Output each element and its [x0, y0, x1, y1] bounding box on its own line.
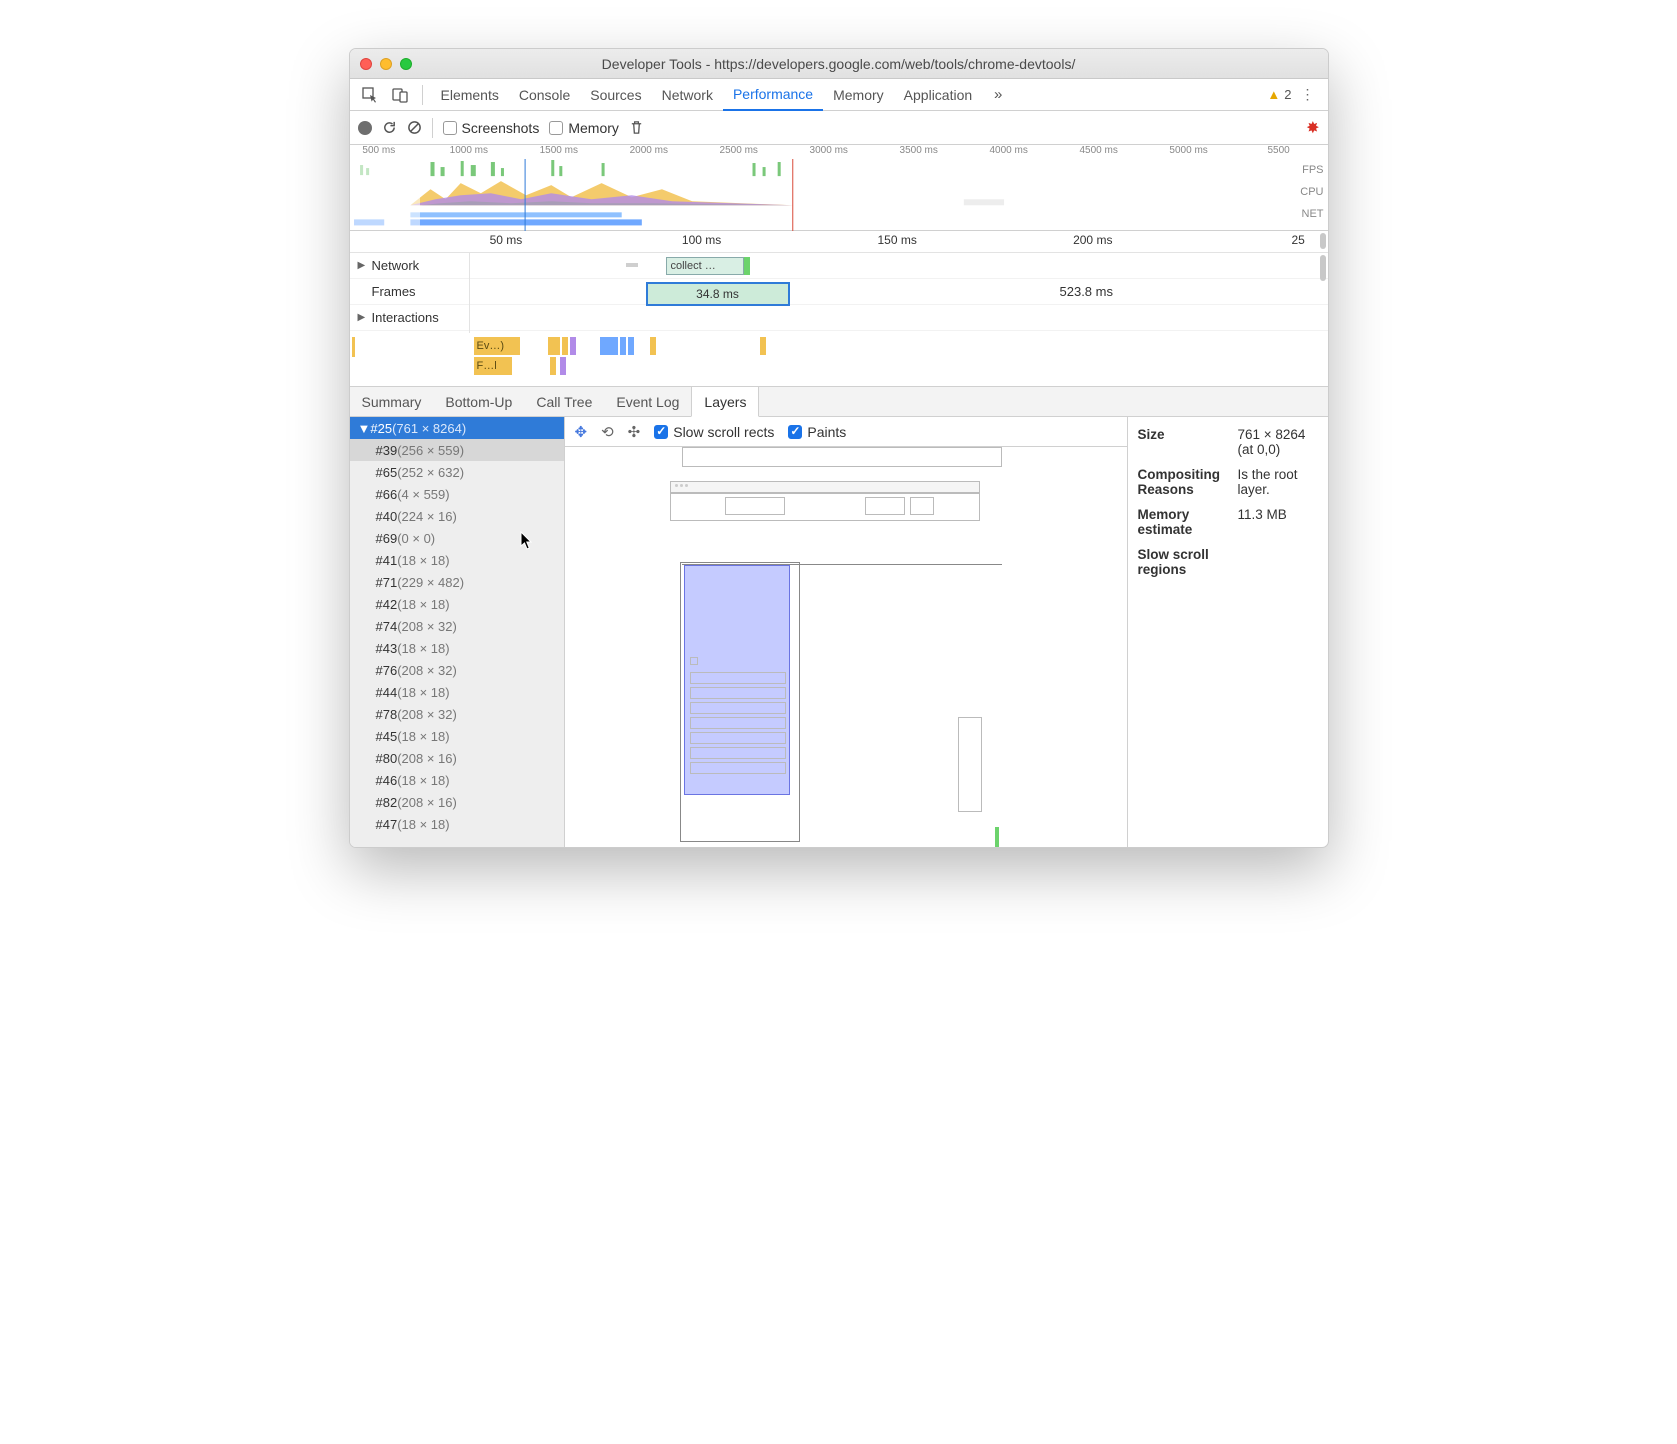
overview-tick: 4500 ms [1079, 145, 1117, 156]
overview-tick: 2000 ms [630, 145, 668, 156]
slow-scroll-checkbox[interactable]: Slow scroll rects [654, 424, 774, 440]
overview-tick: 4000 ms [989, 145, 1027, 156]
detail-tab-bottom-up[interactable]: Bottom-Up [433, 387, 524, 416]
network-mini-bar [626, 263, 638, 267]
green-marker-icon [995, 827, 999, 848]
window-title: Developer Tools - https://developers.goo… [350, 56, 1328, 72]
reload-icon[interactable] [382, 120, 397, 135]
track-network[interactable]: ▶Network [350, 253, 469, 279]
tab-console[interactable]: Console [509, 79, 580, 111]
frame-item[interactable]: 34.8 ms [646, 282, 790, 306]
layer-tree-item[interactable]: #66(4 × 559) [350, 483, 564, 505]
detail-tab-call-tree[interactable]: Call Tree [524, 387, 604, 416]
overview-tick: 500 ms [362, 145, 395, 156]
layer-canvas[interactable] [565, 447, 1127, 847]
overview-timeline[interactable]: 500 ms 1000 ms 1500 ms 2000 ms 2500 ms 3000 m… [350, 145, 1328, 231]
close-window-button[interactable] [360, 58, 372, 70]
zoom-window-button[interactable] [400, 58, 412, 70]
pan-icon[interactable]: ✥ [575, 423, 588, 441]
overview-lane-labels: FPS CPU NET [1300, 159, 1323, 225]
inspect-element-icon[interactable] [356, 81, 384, 109]
layers-pane: ▼ #25(761 × 8264)#39(256 × 559)#65(252 ×… [350, 417, 1328, 847]
clear-icon[interactable] [407, 120, 422, 135]
capture-settings-icon[interactable]: ✸ [1306, 118, 1319, 138]
detail-tab-layers[interactable]: Layers [691, 387, 759, 417]
tabs-overflow-icon[interactable]: » [984, 81, 1012, 109]
overview-tick: 5500 [1267, 145, 1289, 156]
layer-tree-item[interactable]: #82(208 × 16) [350, 791, 564, 813]
main-flame-chart[interactable]: Ev…) F…l [350, 333, 1328, 387]
layer-tree-item[interactable]: #74(208 × 32) [350, 615, 564, 637]
warning-icon: ▲ [1267, 87, 1280, 102]
track-frames[interactable]: Frames [350, 279, 469, 305]
layer-tree[interactable]: ▼ #25(761 × 8264)#39(256 × 559)#65(252 ×… [350, 417, 565, 847]
rotate-icon[interactable]: ⟲ [601, 423, 614, 441]
overview-tick: 2500 ms [720, 145, 758, 156]
settings-menu-icon[interactable]: ⋮ [1294, 81, 1322, 109]
record-icon[interactable] [358, 121, 372, 135]
window-controls [360, 58, 412, 70]
tab-application[interactable]: Application [894, 79, 983, 111]
browser-chrome-frame [670, 481, 980, 493]
layer-tree-item[interactable]: #45(18 × 18) [350, 725, 564, 747]
detail-tabs: SummaryBottom-UpCall TreeEvent LogLayers [350, 387, 1328, 417]
memory-checkbox[interactable]: Memory [549, 120, 619, 136]
overview-tick: 1000 ms [450, 145, 488, 156]
layer-tree-item[interactable]: #65(252 × 632) [350, 461, 564, 483]
frame-time-label: 523.8 ms [1060, 284, 1113, 299]
tab-memory[interactable]: Memory [823, 79, 894, 111]
overview-tick: 1500 ms [540, 145, 578, 156]
layer-tree-item[interactable]: #78(208 × 32) [350, 703, 564, 725]
layer-tree-item[interactable]: #46(18 × 18) [350, 769, 564, 791]
main-tabs: ElementsConsoleSourcesNetworkPerformance… [350, 79, 1328, 111]
warnings-count[interactable]: ▲ 2 [1267, 87, 1291, 102]
paints-checkbox[interactable]: Paints [788, 424, 846, 440]
network-tail-icon [744, 257, 750, 275]
layer-tree-item[interactable]: #71(229 × 482) [350, 571, 564, 593]
layer-viewport-toolbar: ✥ ⟲ ✣ Slow scroll rects Paints [565, 417, 1127, 447]
track-interactions[interactable]: ▶Interactions [350, 305, 469, 331]
titlebar: Developer Tools - https://developers.goo… [350, 49, 1328, 79]
overview-tick: 5000 ms [1169, 145, 1207, 156]
detail-tab-event-log[interactable]: Event Log [604, 387, 691, 416]
layer-properties: Size761 × 8264 (at 0,0) Compositing Reas… [1128, 417, 1328, 847]
tab-elements[interactable]: Elements [431, 79, 509, 111]
devtools-window: Developer Tools - https://developers.goo… [349, 48, 1329, 848]
layer-tree-item[interactable]: #42(18 × 18) [350, 593, 564, 615]
detail-ruler[interactable]: 50 ms 100 ms 150 ms 200 ms 25 [350, 231, 1328, 253]
scrollbar-thumb[interactable] [1320, 233, 1326, 249]
layer-tree-item[interactable]: #76(208 × 32) [350, 659, 564, 681]
tab-network[interactable]: Network [652, 79, 723, 111]
layer-tree-item[interactable]: #40(224 × 16) [350, 505, 564, 527]
network-request-bar[interactable]: collect … [666, 257, 744, 275]
tab-performance[interactable]: Performance [723, 79, 823, 111]
trash-icon[interactable] [629, 120, 644, 135]
tab-sources[interactable]: Sources [580, 79, 651, 111]
disclosure-icon: ▼ [358, 421, 371, 436]
performance-toolbar: Screenshots Memory ✸ [350, 111, 1328, 145]
layer-tree-item[interactable]: #44(18 × 18) [350, 681, 564, 703]
overview-tick: 3500 ms [900, 145, 938, 156]
layer-tree-item[interactable]: ▼ #25(761 × 8264) [350, 417, 564, 439]
layer-tree-item[interactable]: #43(18 × 18) [350, 637, 564, 659]
layer-tree-item[interactable]: #47(18 × 18) [350, 813, 564, 835]
layer-tree-item[interactable]: #69(0 × 0) [350, 527, 564, 549]
layer-tree-item[interactable]: #39(256 × 559) [350, 439, 564, 461]
device-mode-icon[interactable] [386, 81, 414, 109]
layer-tree-item[interactable]: #80(208 × 16) [350, 747, 564, 769]
overview-tick: 3000 ms [810, 145, 848, 156]
reset-view-icon[interactable]: ✣ [628, 423, 641, 441]
screenshots-checkbox[interactable]: Screenshots [443, 120, 540, 136]
detail-tab-summary[interactable]: Summary [350, 387, 434, 416]
layer-tree-item[interactable]: #41(18 × 18) [350, 549, 564, 571]
minimize-window-button[interactable] [380, 58, 392, 70]
tracks-scrollbar[interactable] [1320, 255, 1326, 281]
layer-viewport: ✥ ⟲ ✣ Slow scroll rects Paints [565, 417, 1128, 847]
